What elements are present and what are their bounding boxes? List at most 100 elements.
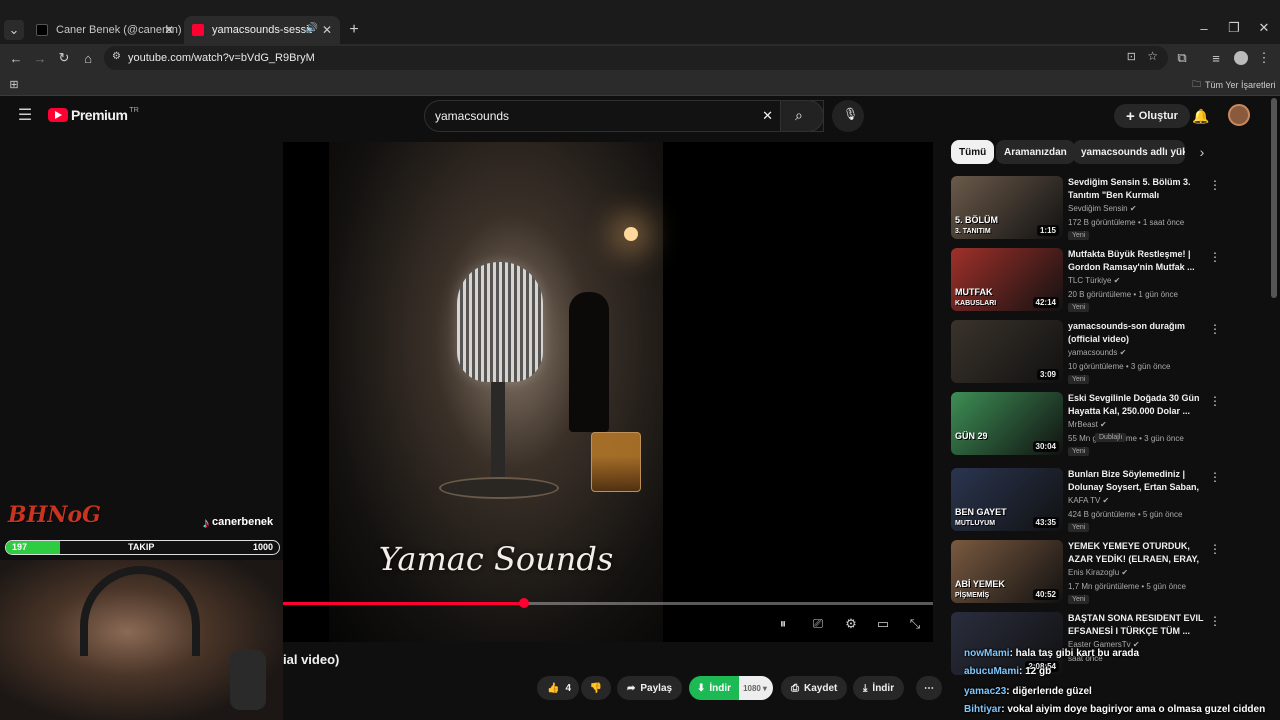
like-count: 4: [565, 682, 572, 694]
reload-icon[interactable]: ↻: [54, 48, 74, 68]
address-bar[interactable]: ⚙ youtube.com/watch?v=bVdG_R9BryM ⊡ ☆: [104, 46, 1168, 70]
channel-name[interactable]: MrBeast ✔: [1068, 420, 1107, 429]
recommendation-item[interactable]: 5. BÖLÜM 3. TANITIM 1:15 Sevdiğim Sensin 5.…: [951, 176, 1251, 242]
account-avatar[interactable]: [1228, 104, 1250, 126]
chat-text: : diğerlerıde güzel: [1006, 686, 1092, 697]
chip-all[interactable]: Tümü: [951, 140, 995, 164]
thumb-text: MUTFAK: [955, 287, 993, 297]
video-title[interactable]: Sevdiğim Sensin 5. Bölüm 3. Tanıtım "Ben…: [1068, 176, 1204, 202]
mic-base: [439, 477, 559, 499]
share-button[interactable]: ➦ Paylaş: [617, 676, 683, 700]
new-tab-icon[interactable]: +: [344, 20, 364, 40]
progress-scrubber[interactable]: [518, 598, 529, 608]
video-thumbnail[interactable]: GÜN 29 30:04: [951, 392, 1063, 455]
clear-search-icon[interactable]: ✕: [762, 108, 773, 124]
theater-mode-icon[interactable]: ▭: [873, 614, 893, 634]
tab-close-icon[interactable]: ✕: [322, 23, 332, 37]
save-button[interactable]: ⎙ Kaydet: [781, 676, 848, 700]
verified-icon: ✔: [1100, 420, 1107, 429]
verified-icon: ✔: [1113, 276, 1121, 285]
tab-search-icon[interactable]: ⌄: [4, 20, 24, 40]
recommendation-item[interactable]: 3:09 yamacsounds-son durağım (official vi…: [951, 320, 1251, 386]
video-title[interactable]: Mutfakta Büyük Restleşme! | Gordon Ramsa…: [1068, 248, 1204, 274]
minimize-icon[interactable]: –: [1194, 18, 1214, 38]
new-badge: Yeni: [1068, 303, 1090, 312]
browser-menu-icon[interactable]: ⋮: [1256, 48, 1272, 68]
fullscreen-icon[interactable]: ⤡: [905, 614, 925, 634]
new-badge: Yeni: [1068, 523, 1090, 532]
video-thumbnail[interactable]: ABİ YEMEK PİŞMEMİŞ 40:52: [951, 540, 1063, 603]
channel-name[interactable]: Enis Kirazoglu ✔: [1068, 568, 1128, 577]
create-button[interactable]: + Oluştur: [1114, 104, 1190, 128]
more-options-icon[interactable]: ⋮: [1209, 394, 1221, 408]
tab-tiktok[interactable]: Caner Benek (@canerbn) | TikTok ✕: [28, 16, 182, 44]
close-window-icon[interactable]: ✕: [1254, 18, 1274, 38]
media-control-icon[interactable]: ≡: [1206, 48, 1226, 68]
video-thumbnail[interactable]: BEN GAYET MUTLUYUM 43:35: [951, 468, 1063, 531]
recommendation-item[interactable]: ABİ YEMEK PİŞMEMİŞ 40:52 YEMEK YEMEYE OTURD…: [951, 540, 1251, 606]
extensions-icon[interactable]: ⧉: [1172, 48, 1192, 68]
profile-icon[interactable]: [1234, 51, 1248, 65]
progress-track[interactable]: [283, 598, 933, 608]
notifications-bell-icon[interactable]: 🔔: [1190, 105, 1212, 127]
hamburger-menu-icon[interactable]: ☰: [14, 104, 36, 126]
channel-name[interactable]: yamacsounds ✔: [1068, 348, 1126, 357]
tab-youtube[interactable]: yamacsounds-sessiz günah 🔊 ✕: [184, 16, 340, 44]
video-thumbnail[interactable]: 5. BÖLÜM 3. TANITIM 1:15: [951, 176, 1063, 239]
back-icon[interactable]: ←: [6, 48, 26, 68]
recommendation-item[interactable]: BEN GAYET MUTLUYUM 43:35 Bunları Bize Söyle…: [951, 468, 1251, 534]
subtitles-icon[interactable]: ⎚: [808, 614, 828, 634]
thumbs-up-icon: 👍: [547, 682, 560, 694]
scrollbar[interactable]: [1271, 98, 1277, 298]
maximize-icon[interactable]: ❐: [1224, 18, 1244, 38]
more-options-icon[interactable]: ⋮: [1209, 542, 1221, 556]
channel-name[interactable]: Sevdiğim Sensin ✔: [1068, 204, 1137, 213]
tiktok-handle-badge: ♪ canerbenek: [202, 514, 273, 530]
more-options-icon[interactable]: ⋮: [1209, 614, 1221, 628]
chip-from-search[interactable]: Aramanızdan: [996, 140, 1075, 164]
channel-name[interactable]: KAFA TV ✔: [1068, 496, 1109, 505]
more-options-icon[interactable]: ⋮: [1209, 470, 1221, 484]
video-title[interactable]: Eski Sevgilinle Doğada 30 Gün Hayatta Ka…: [1068, 392, 1204, 418]
youtube-logo[interactable]: Premium TR: [48, 107, 139, 123]
video-title[interactable]: Bunları Bize Söylemediniz | Dolunay Soys…: [1068, 468, 1204, 494]
chips-next-icon[interactable]: ›: [1194, 144, 1210, 160]
more-actions-button[interactable]: ⋯: [916, 676, 942, 700]
voice-search-button[interactable]: 🎙: [832, 100, 864, 132]
bookmark-star-icon[interactable]: ☆: [1147, 49, 1158, 63]
share-icon: ➦: [627, 682, 636, 694]
search-button[interactable]: ⌕: [780, 100, 824, 132]
chip-from-uploader[interactable]: yamacsounds adlı yükleyenden: [1073, 140, 1185, 164]
tab-close-icon[interactable]: ✕: [164, 23, 174, 37]
video-thumbnail[interactable]: MUTFAK KABUSLARI 42:14: [951, 248, 1063, 311]
recommendation-item[interactable]: MUTFAK KABUSLARI 42:14 Mutfakta Büyük Restl…: [951, 248, 1251, 314]
forward-icon[interactable]: →: [30, 48, 50, 68]
search-input[interactable]: yamacsounds ✕: [424, 100, 824, 132]
chat-user: abucuMami: [964, 666, 1020, 677]
site-info-icon[interactable]: ⚙: [112, 51, 121, 62]
premium-download-button[interactable]: ⬇ İndir 1080 ▾: [689, 676, 773, 700]
more-options-icon[interactable]: ⋮: [1209, 322, 1221, 336]
more-options-icon[interactable]: ⋮: [1209, 250, 1221, 264]
quality-select[interactable]: 1080 ▾: [739, 676, 773, 700]
download-button[interactable]: ⤓ İndir: [853, 676, 905, 700]
settings-gear-icon[interactable]: ⚙: [841, 614, 861, 634]
dislike-button[interactable]: 👎: [581, 676, 611, 700]
autoplay-toggle-icon[interactable]: ⏸: [773, 614, 793, 634]
recommendation-item[interactable]: GÜN 29 30:04 Eski Sevgilinle Doğada 30 Gün…: [951, 392, 1251, 458]
plus-icon: +: [1126, 107, 1135, 125]
video-thumbnail[interactable]: 3:09: [951, 320, 1063, 383]
home-icon[interactable]: ⌂: [78, 48, 98, 68]
all-bookmarks[interactable]: 🗀 Tüm Yer İşaretleri: [1192, 77, 1276, 93]
audio-icon[interactable]: 🔊: [306, 23, 318, 34]
like-button[interactable]: 👍 4: [537, 676, 579, 700]
apps-icon[interactable]: ⊞: [6, 76, 22, 92]
video-title[interactable]: BAŞTAN SONA RESIDENT EVIL EFSANESİ I TÜR…: [1068, 612, 1204, 638]
thumb-text: ABİ YEMEK: [955, 579, 1005, 589]
install-icon[interactable]: ⊡: [1127, 50, 1136, 63]
video-title[interactable]: YEMEK YEMEYE OTURDUK, AZAR YEDİK! (ELRAE…: [1068, 540, 1204, 566]
video-player[interactable]: Yamac Sounds ⏸ ⎚ ⚙ ▭ ⤡: [283, 142, 933, 642]
video-title[interactable]: yamacsounds-son durağım (official video): [1068, 320, 1204, 346]
channel-name[interactable]: TLC Türkiye ✔: [1068, 276, 1120, 285]
more-options-icon[interactable]: ⋮: [1209, 178, 1221, 192]
